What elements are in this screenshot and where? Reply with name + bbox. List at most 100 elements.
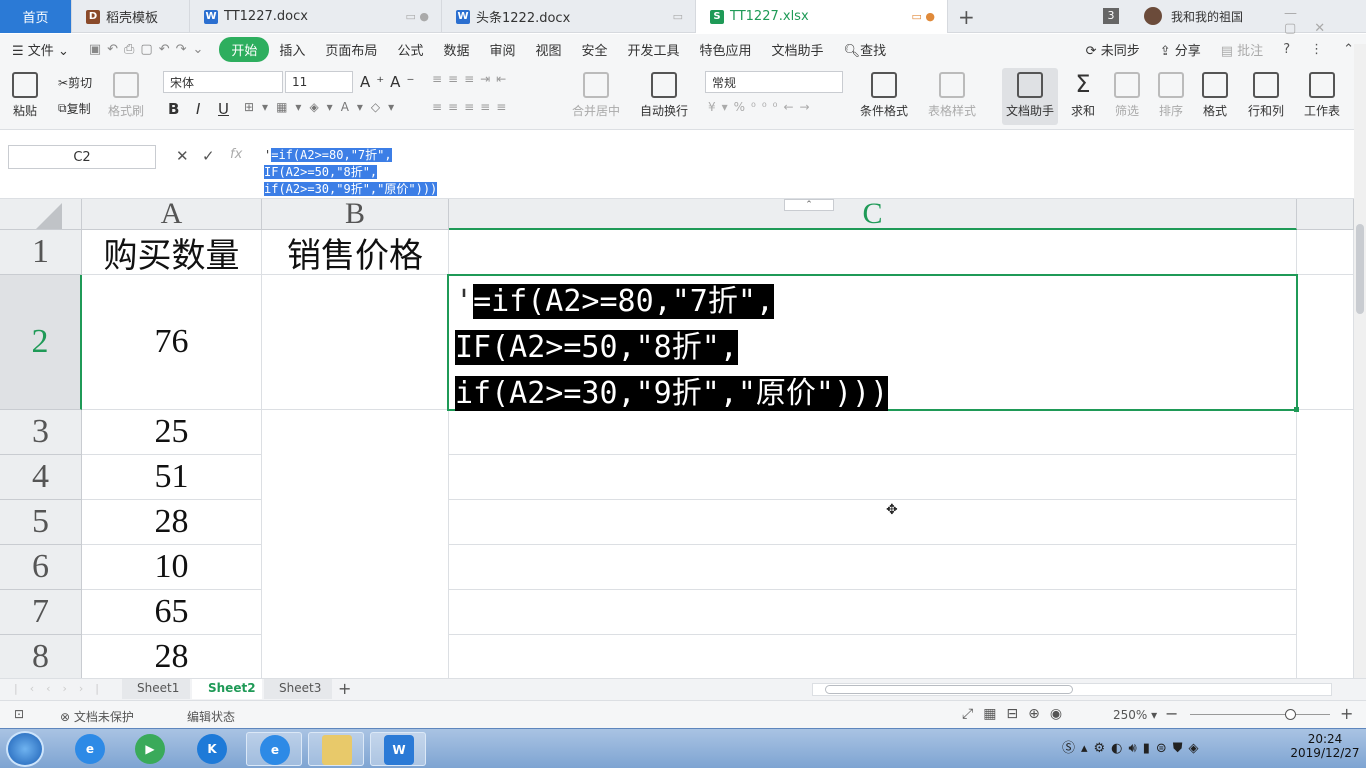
function-icon[interactable]: fx bbox=[230, 147, 242, 162]
sheet-tab-2[interactable]: Sheet2 bbox=[208, 681, 256, 695]
row-header-7[interactable]: 7 bbox=[0, 590, 82, 635]
border-fill-color-buttons[interactable]: ⊞▾▦▾◈▾A▾◇▾ bbox=[244, 100, 402, 114]
menu-item-features[interactable]: 特色应用 bbox=[690, 37, 762, 62]
zoom-slider[interactable] bbox=[1190, 714, 1330, 715]
cell-a4[interactable]: 51 bbox=[82, 455, 262, 500]
font-size-select[interactable]: 11 bbox=[285, 71, 353, 93]
copy-button[interactable]: ⧉ 复制 bbox=[58, 100, 91, 117]
share-button[interactable]: ⇪ 分享 bbox=[1150, 37, 1211, 62]
horizontal-scrollbar[interactable] bbox=[812, 683, 1332, 696]
new-tab-button[interactable]: + bbox=[958, 5, 975, 29]
row-header-5[interactable]: 5 bbox=[0, 500, 82, 545]
bold-button[interactable]: B bbox=[168, 100, 179, 118]
row-header-1[interactable]: 1 bbox=[0, 230, 82, 275]
taskbar-wps[interactable]: W bbox=[370, 732, 426, 766]
font-name-select[interactable]: 宋体 bbox=[163, 71, 283, 93]
menu-item-doc-helper[interactable]: 文档助手 bbox=[762, 37, 834, 62]
formula-input[interactable]: '=if(A2>=80,"7折", IF(A2>=50,"8折", if(A2>… bbox=[264, 147, 438, 198]
align-top-buttons[interactable]: ≡≡≡⇥⇤ bbox=[432, 72, 512, 86]
doc-helper-button[interactable]: 文档助手 bbox=[1002, 68, 1059, 125]
cell-c7[interactable] bbox=[449, 590, 1297, 635]
zoom-level[interactable]: 250% ▾ bbox=[1113, 708, 1157, 722]
conditional-format-button[interactable]: 条件格式 bbox=[860, 72, 908, 119]
align-buttons[interactable]: ≡≡≡≡≡ bbox=[432, 100, 512, 114]
user-name[interactable]: 我和我的祖国 bbox=[1171, 8, 1243, 25]
help-icon[interactable]: ? bbox=[1273, 39, 1300, 60]
zoom-out-icon[interactable]: − bbox=[1165, 704, 1178, 723]
collapse-formula-bar-icon[interactable]: ⌃ bbox=[784, 199, 834, 211]
column-b-cells[interactable] bbox=[262, 410, 449, 678]
clock[interactable]: 20:24 2019/12/27 bbox=[1290, 732, 1360, 760]
cell-c1[interactable] bbox=[449, 230, 1297, 275]
tab-tt1227-docx[interactable]: W TT1227.docx ▭ ● bbox=[190, 0, 442, 33]
comment-button[interactable]: ▤ 批注 bbox=[1211, 37, 1273, 62]
protection-status[interactable]: ⊗ 文档未保护 bbox=[60, 708, 134, 725]
system-tray-icons[interactable]: Ⓢ▴⚙◐🔊︎▮⊜⛊◈ bbox=[1062, 737, 1205, 756]
tab-toutiao-docx[interactable]: W 头条1222.docx ▭ bbox=[442, 0, 696, 33]
horizontal-scroll-thumb[interactable] bbox=[825, 685, 1073, 694]
tab-tt1227-xlsx[interactable]: S TT1227.xlsx ▭ ● bbox=[696, 0, 948, 33]
column-header-a[interactable]: A bbox=[82, 199, 262, 230]
name-box[interactable]: C2 bbox=[8, 145, 156, 169]
row-header-4[interactable]: 4 bbox=[0, 455, 82, 500]
tab-docer-template[interactable]: D 稻壳模板 bbox=[72, 0, 190, 33]
menu-item-security[interactable]: 安全 bbox=[572, 37, 618, 62]
row-header-8[interactable]: 8 bbox=[0, 635, 82, 678]
taskbar-ie[interactable]: e bbox=[62, 732, 118, 766]
cancel-formula-icon[interactable]: ✕ bbox=[176, 147, 189, 165]
taskbar-browser[interactable]: e bbox=[246, 732, 302, 766]
cell-a5[interactable]: 28 bbox=[82, 500, 262, 545]
merge-center-button[interactable]: 合并居中 bbox=[572, 72, 620, 119]
window-count-badge[interactable]: 3 bbox=[1103, 8, 1119, 24]
menu-item-data[interactable]: 数据 bbox=[433, 37, 479, 62]
menu-file[interactable]: ☰ 文件 ⌄ bbox=[0, 37, 79, 62]
menu-item-developer[interactable]: 开发工具 bbox=[618, 37, 690, 62]
format-painter-button[interactable]: 格式刷 bbox=[108, 72, 144, 119]
cell-b1[interactable]: 销售价格 bbox=[262, 230, 449, 275]
cell-a6[interactable]: 10 bbox=[82, 545, 262, 590]
cell-a1[interactable]: 购买数量 bbox=[82, 230, 262, 275]
tab-home[interactable]: 首页 bbox=[0, 0, 72, 33]
taskbar-k-app[interactable]: K bbox=[184, 732, 240, 766]
quick-access-icons[interactable]: ▣↶⎙▢↶↷⌄ bbox=[79, 39, 220, 60]
start-button[interactable] bbox=[6, 731, 44, 767]
row-header-2[interactable]: 2 bbox=[0, 275, 82, 410]
confirm-formula-icon[interactable]: ✓ bbox=[202, 147, 215, 165]
column-header-b[interactable]: B bbox=[262, 199, 449, 230]
cell-c8[interactable] bbox=[449, 635, 1297, 678]
column-d-cells[interactable] bbox=[1297, 410, 1354, 678]
spreadsheet-grid[interactable]: A B C ⌃ 1 2 3 4 5 6 7 8 购买数量 销售价格 76 25 … bbox=[0, 199, 1354, 678]
number-format-buttons[interactable]: ¥▾%⁰⁰⁰←→ bbox=[708, 100, 816, 114]
sync-button[interactable]: ⟳ 未同步 bbox=[1076, 37, 1150, 62]
sum-button[interactable]: Σ 求和 bbox=[1070, 72, 1096, 119]
cell-b2[interactable] bbox=[262, 275, 449, 410]
cell-a2[interactable]: 76 bbox=[82, 275, 262, 410]
cell-d1[interactable] bbox=[1297, 230, 1354, 275]
column-header-c[interactable]: C bbox=[449, 199, 1297, 230]
number-format-select[interactable]: 常规 bbox=[705, 71, 843, 93]
row-header-3[interactable]: 3 bbox=[0, 410, 82, 455]
vertical-scroll-thumb[interactable] bbox=[1356, 224, 1364, 314]
avatar[interactable] bbox=[1144, 7, 1162, 25]
taskbar-explorer[interactable] bbox=[308, 732, 364, 766]
menu-item-review[interactable]: 审阅 bbox=[479, 37, 525, 62]
zoom-slider-handle[interactable] bbox=[1285, 709, 1296, 720]
cell-c6[interactable] bbox=[449, 545, 1297, 590]
sort-button[interactable]: 排序 bbox=[1158, 72, 1184, 119]
fill-handle[interactable] bbox=[1294, 407, 1299, 412]
column-header-d[interactable] bbox=[1297, 199, 1354, 230]
view-mode-icons[interactable]: ⤢▦⊟⊕◉ bbox=[962, 706, 1072, 722]
taskbar-media[interactable]: ▶ bbox=[122, 732, 178, 766]
add-sheet-icon[interactable]: + bbox=[338, 679, 351, 698]
vertical-scrollbar[interactable] bbox=[1354, 44, 1366, 678]
font-grow-shrink[interactable]: A⁺A⁻ bbox=[360, 73, 420, 91]
menu-item-formula[interactable]: 公式 bbox=[387, 37, 433, 62]
sheet-tab-3[interactable]: Sheet3 bbox=[279, 681, 321, 695]
status-doc-icon[interactable]: ⊡ bbox=[14, 707, 24, 721]
zoom-in-icon[interactable]: + bbox=[1340, 704, 1353, 723]
window-controls[interactable]: —▢✕ bbox=[1284, 6, 1366, 36]
search-button[interactable]: 🔍︎查找 bbox=[834, 37, 897, 62]
sheet-nav-icons[interactable]: |‹‹››| bbox=[14, 682, 111, 695]
cell-a7[interactable]: 65 bbox=[82, 590, 262, 635]
wrap-text-button[interactable]: 自动换行 bbox=[640, 72, 688, 119]
